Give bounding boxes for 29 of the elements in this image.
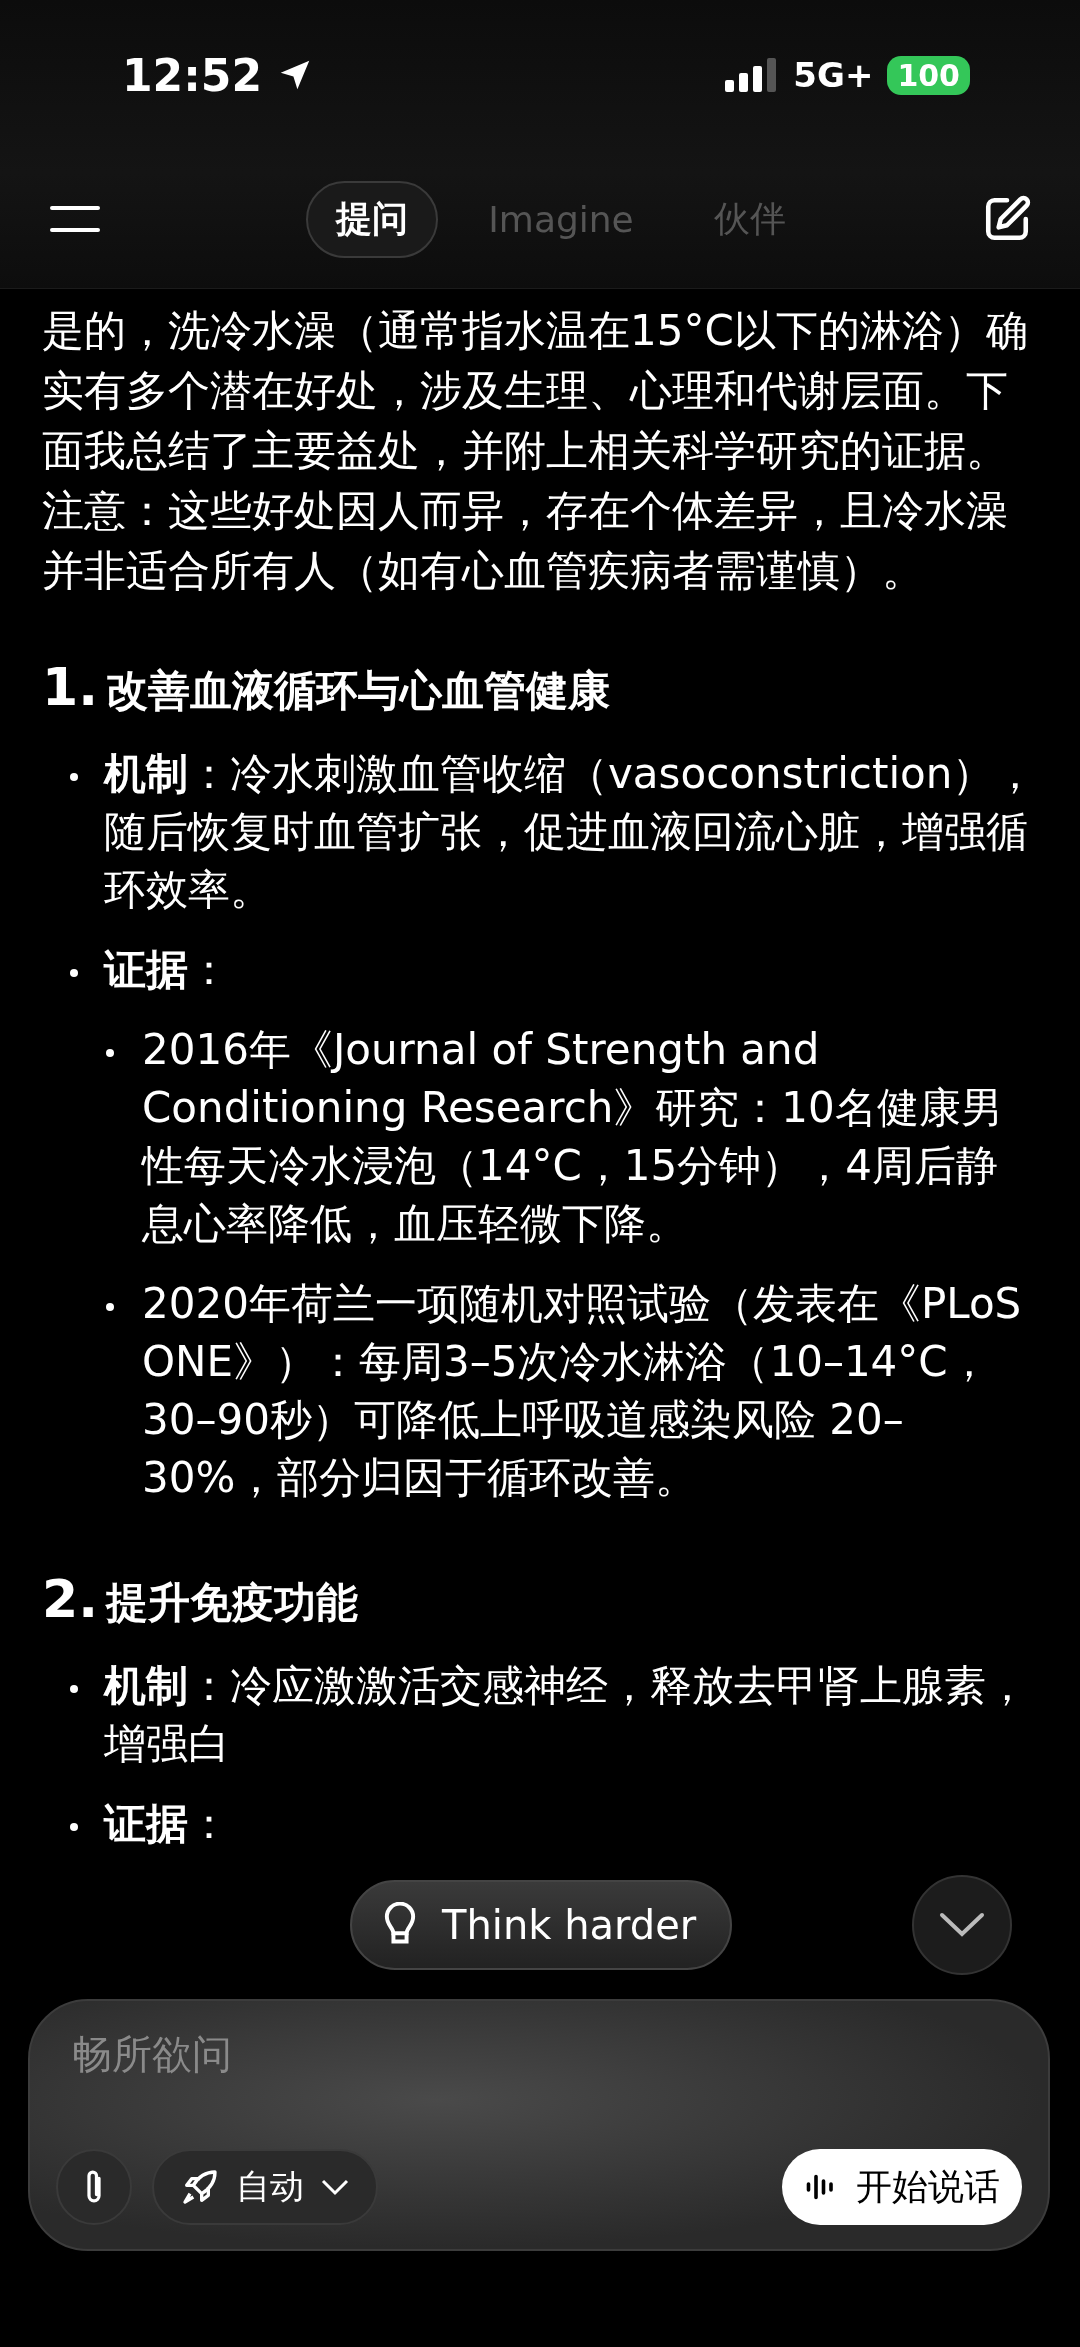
bullet-dot bbox=[106, 1303, 114, 1311]
bullet-text: 2020年荷兰一项随机对照试验（发表在《PLoS ONE》）：每周3–5次冷水淋浴（10–14°C，30–90秒）可降低上呼吸道感染风险 20–30%，部分归因于循环改善。 bbox=[142, 1278, 1023, 1504]
think-harder-button[interactable]: Think harder bbox=[350, 1880, 733, 1970]
caret-icon bbox=[320, 2178, 350, 2196]
intro-paragraph: 是的，洗冷水澡（通常指水温在15°C以下的淋浴）确实有多个潜在好处，涉及生理、心理和代谢层面。下面我总结了主要益处，并附上相关科学研究的证据。注意：这些好处因人而异，存在个体差异，且冷水澡并非适合所有人（如有心血管疾病者需谨慎）。 bbox=[42, 305, 1029, 597]
bullet-text: 证据： bbox=[104, 944, 231, 996]
section-number: 1. bbox=[42, 657, 98, 717]
bullet-text: 2016年《Journal of Strength and Conditioning Research》研究：10名健康男性每天冷水浸泡（14°C，15分钟），4周后静息心率降低，血压轻微下降。 bbox=[142, 1024, 1004, 1250]
bullet-dot bbox=[70, 773, 78, 781]
bullet-dot bbox=[106, 1049, 114, 1057]
section-title: 提升免疫功能 bbox=[105, 1577, 358, 1629]
bullet-dot bbox=[70, 1685, 78, 1693]
menu-icon[interactable] bbox=[50, 204, 100, 234]
network-label: 5G+ bbox=[793, 55, 874, 95]
section-title: 改善血液循环与心血管健康 bbox=[105, 665, 610, 717]
section-number: 2. bbox=[42, 1569, 98, 1629]
clock-time: 12:52 bbox=[122, 49, 263, 101]
rocket-icon bbox=[180, 2167, 220, 2207]
bullet-dot bbox=[70, 969, 78, 977]
chevron-down-icon bbox=[939, 1911, 985, 1939]
battery-level: 100 bbox=[887, 55, 970, 95]
bullet-text: 证据： bbox=[104, 1798, 231, 1850]
bullet-text: 机制：冷水刺激血管收缩（vasoconstriction），随后恢复时血管扩张，促进血液回流心脏，增强循环效率。 bbox=[104, 748, 1038, 916]
message-input[interactable]: 畅所欲问 bbox=[56, 2031, 1022, 2077]
mode-dropdown[interactable]: 自动 bbox=[152, 2149, 378, 2225]
bullet-dot bbox=[70, 1823, 78, 1831]
mode-tab[interactable]: 提问 bbox=[306, 180, 439, 258]
bullet-text: 机制：冷应激激活交感神经，释放去甲肾上腺素，增强白 bbox=[104, 1660, 1029, 1770]
voice-button[interactable]: 开始说话 bbox=[782, 2149, 1022, 2225]
